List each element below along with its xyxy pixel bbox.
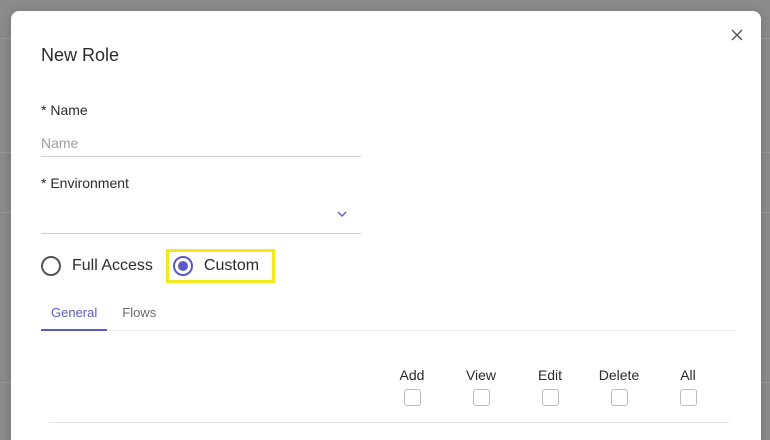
close-icon [731, 29, 743, 41]
perm-col-delete: Delete [594, 367, 644, 406]
chevron-down-icon [337, 211, 347, 217]
permission-tabs: General Flows [41, 305, 736, 331]
tab-flows[interactable]: Flows [112, 305, 166, 331]
perm-checkbox-add[interactable] [403, 389, 421, 406]
perm-header-add: Add [399, 367, 425, 383]
custom-label: Custom [203, 257, 260, 274]
perm-col-edit: Edit [525, 367, 575, 406]
tab-general[interactable]: General [41, 305, 108, 331]
perm-header-all: All [680, 367, 696, 383]
perm-checkbox-all[interactable] [679, 389, 697, 406]
perm-col-all: All [663, 367, 713, 406]
full-access-radio[interactable]: Full Access [41, 256, 153, 276]
access-radio-group: Full Access Custom [41, 249, 276, 283]
name-label: * Name [41, 102, 88, 118]
permissions-table: Add View Edit Delete All [49, 367, 729, 423]
perm-col-view: View [456, 367, 506, 406]
perm-col-add: Add [387, 367, 437, 406]
perm-header-delete: Delete [598, 367, 640, 383]
name-input[interactable] [41, 129, 361, 157]
custom-radio[interactable]: Custom [165, 249, 276, 283]
perm-checkbox-edit[interactable] [541, 389, 559, 406]
perm-checkbox-delete[interactable] [610, 389, 628, 406]
dialog-title: New Role [41, 45, 120, 65]
close-button[interactable] [727, 25, 747, 45]
new-role-dialog: New Role * Name * Environment Full Acces… [11, 11, 761, 440]
perm-header-view: View [465, 367, 497, 383]
environment-label: * Environment [41, 175, 129, 191]
radio-circle-checked [172, 256, 193, 276]
environment-select[interactable] [41, 200, 361, 234]
full-access-label: Full Access [72, 257, 153, 274]
perm-header-edit: Edit [537, 367, 563, 383]
radio-circle [41, 256, 61, 276]
perm-checkbox-view[interactable] [472, 389, 490, 406]
